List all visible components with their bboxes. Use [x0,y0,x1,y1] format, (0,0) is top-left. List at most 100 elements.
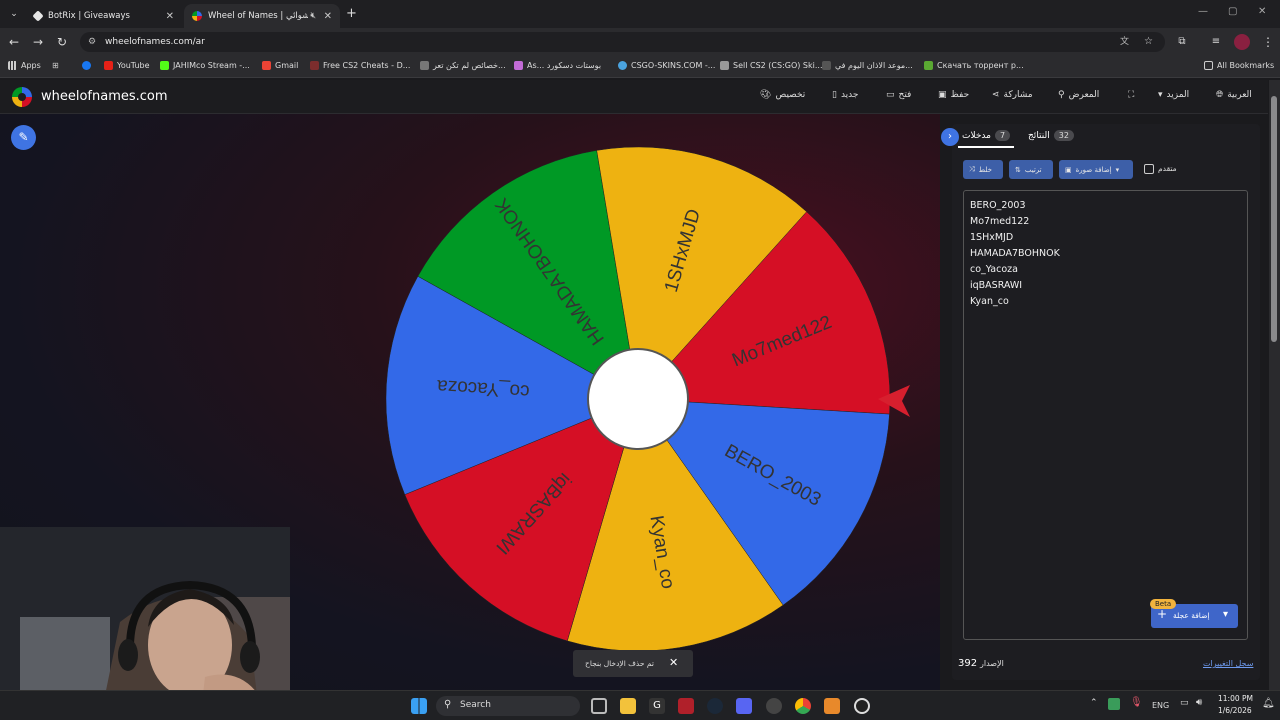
bookmark-sell-cs2[interactable]: Sell CS2 (CS:GO) Ski... [720,61,823,70]
bookmark-grid[interactable]: ⊞ [52,61,59,70]
search-icon: ⚲ [444,699,452,710]
bookmark-gmail[interactable]: Gmail [262,61,298,70]
bookmark-label: CSGO-SKINS.COM -... [631,61,716,70]
share-button[interactable]: ⋖ مشاركة [992,90,1033,100]
tab-wheel-of-names[interactable]: Wheel of Names | العشوائي 🔇︎ ✕ [184,4,340,28]
advanced-checkbox[interactable] [1144,164,1154,174]
new-tab-button[interactable]: + [346,6,357,21]
close-icon[interactable]: ✕ [324,11,332,22]
language-indicator[interactable]: ENG [1152,701,1169,710]
gallery-button[interactable]: ⚲ المعرض [1058,90,1099,100]
entry-line: BERO_2003 [970,200,1026,211]
back-icon[interactable]: ← [6,34,22,50]
customize-button[interactable]: 🎨︎ تخصيص [760,90,805,100]
app-recorder-icon[interactable] [766,698,782,714]
file-explorer-icon[interactable] [620,698,636,714]
bookmark-prayer-time[interactable]: موعد الاذان اليوم في... [822,61,913,70]
tab-botrix[interactable]: BotRix | Giveaways ✕ [26,4,182,28]
bookmark-cs2[interactable]: Free CS2 Cheats - D... [310,61,410,70]
bookmark-youtube[interactable] [82,61,91,70]
close-window-button[interactable]: ✕ [1258,6,1266,17]
wheel-logo-icon[interactable] [12,87,32,107]
bookmark-all[interactable]: All Bookmarks [1204,61,1274,70]
scrollbar-thumb[interactable] [1271,96,1277,342]
bookmark-apps[interactable]: Apps [8,61,41,70]
add-image-button[interactable]: ▣ إضافة صورة ▾ [1059,160,1133,179]
chevron-down-icon: ▾ [1158,90,1163,100]
save-button[interactable]: ▣ حفظ [938,90,969,100]
fullscreen-button[interactable]: ⛶ [1128,90,1134,100]
language-button[interactable]: 🌐︎ العربية [1216,90,1252,100]
bookmark-star-icon[interactable]: ☆ [1144,32,1153,52]
search-label: Search [460,700,491,710]
app-g-icon[interactable]: G [649,698,665,714]
profile-avatar[interactable] [1234,34,1250,50]
address-bar[interactable]: ⚙ wheelofnames.com/ar 文 ☆ [80,32,1165,52]
app-orange-icon[interactable] [824,698,840,714]
collapse-panel-icon[interactable]: › [941,128,959,146]
gmail-icon [262,61,271,70]
bookmark-csgo-skins[interactable]: CSGO-SKINS.COM -... [618,61,715,70]
shuffle-icon: ⤨ [969,165,975,173]
sort-button[interactable]: ⇅ ترتيب [1009,160,1053,179]
chevron-down-icon[interactable]: ▾ [1223,609,1228,620]
forward-icon[interactable]: → [30,34,46,50]
tab-label: النتائج [1028,130,1050,141]
volume-icon[interactable]: 🔊︎ [1196,697,1202,708]
more-button[interactable]: ▾ المزيد [1158,90,1189,100]
close-icon[interactable]: ✕ [166,11,174,22]
shuffle-button[interactable]: ⤨ خلط [963,160,1003,179]
tray-arrow-icon[interactable]: ⌃ [1090,698,1098,708]
entry-line: HAMADA7BOHNOK [970,248,1060,259]
network-icon[interactable]: ▭ [1180,698,1189,708]
sort-icon: ⇅ [1015,165,1021,174]
clock-date[interactable]: 1/6/2026 [1218,706,1252,715]
navigation-bar: ← → ↻ ⚙ wheelofnames.com/ar 文 ☆ ⧉ ≡ ⋮ [0,28,1280,56]
browser-menu-icon[interactable]: ⋮ [1260,34,1276,50]
new-button[interactable]: ▯ جديد [832,90,858,100]
open-button[interactable]: ▭ فتح [886,90,911,100]
reload-icon[interactable]: ↻ [54,34,70,50]
app-red-triangle-icon[interactable] [678,698,694,714]
minimize-window-button[interactable]: — [1198,6,1208,17]
site-info-icon[interactable]: ⚙ [88,32,96,52]
steam-icon[interactable] [707,698,723,714]
obs-icon[interactable] [854,698,870,714]
wheel-center-hub[interactable] [587,348,689,450]
changelog-link[interactable]: سجل التغييرات [1203,659,1253,668]
save-icon: ▣ [938,90,947,100]
site-title[interactable]: wheelofnames.com [41,89,168,104]
maximize-window-button[interactable]: ▢ [1228,6,1237,17]
wheel[interactable]: Mo7med122BERO_2003Kyan_coiqBASRAWIco_Yac… [386,147,890,651]
taskbar-search[interactable]: ⚲ Search [436,696,580,716]
tab-entries[interactable]: مدخلات 7 [962,130,1011,141]
bookmark-label: All Bookmarks [1217,61,1275,70]
botrix-favicon-icon [32,10,44,22]
mute-icon[interactable]: 🔇︎ [310,11,316,21]
notifications-icon[interactable]: 🔔︎ [1262,698,1275,709]
windows-start-icon[interactable] [411,698,427,714]
chrome-icon[interactable] [795,698,811,714]
entry-line: Kyan_co [970,296,1009,307]
task-view-icon[interactable] [591,698,607,714]
menu-label: المزيد [1166,90,1190,100]
bookmark-features[interactable]: خصائص لم تكن تعر... [420,61,506,70]
bookmark-torrent[interactable]: Скачать торрент р... [924,61,1024,70]
button-label: إضافة صورة [1075,165,1112,174]
microphone-icon[interactable]: 🎙︎ [1130,697,1143,708]
tab-list-button[interactable]: ⌄ [6,6,22,22]
edit-pencil-icon[interactable]: ✎ [11,125,36,150]
clock-time[interactable]: 11:00 PM [1218,694,1253,703]
bookmark-youtube-link[interactable]: YouTube [104,61,150,70]
bookmark-kick[interactable]: JAHIMco Stream -... [160,61,250,70]
translate-icon[interactable]: 文 [1120,32,1129,52]
tab-results[interactable]: النتائج 32 [1028,130,1074,141]
wheel-pointer-icon [878,385,910,417]
extensions-icon[interactable]: ⧉ [1174,34,1190,50]
chevron-down-icon: ▾ [1115,165,1120,174]
close-icon[interactable]: ✕ [669,656,678,669]
media-control-icon[interactable]: ≡ [1208,34,1224,50]
discord-icon[interactable] [736,698,752,714]
bookmark-discord-posts[interactable]: As... بوستات دسكورد [514,61,601,70]
tray-app-icon[interactable] [1108,698,1120,710]
